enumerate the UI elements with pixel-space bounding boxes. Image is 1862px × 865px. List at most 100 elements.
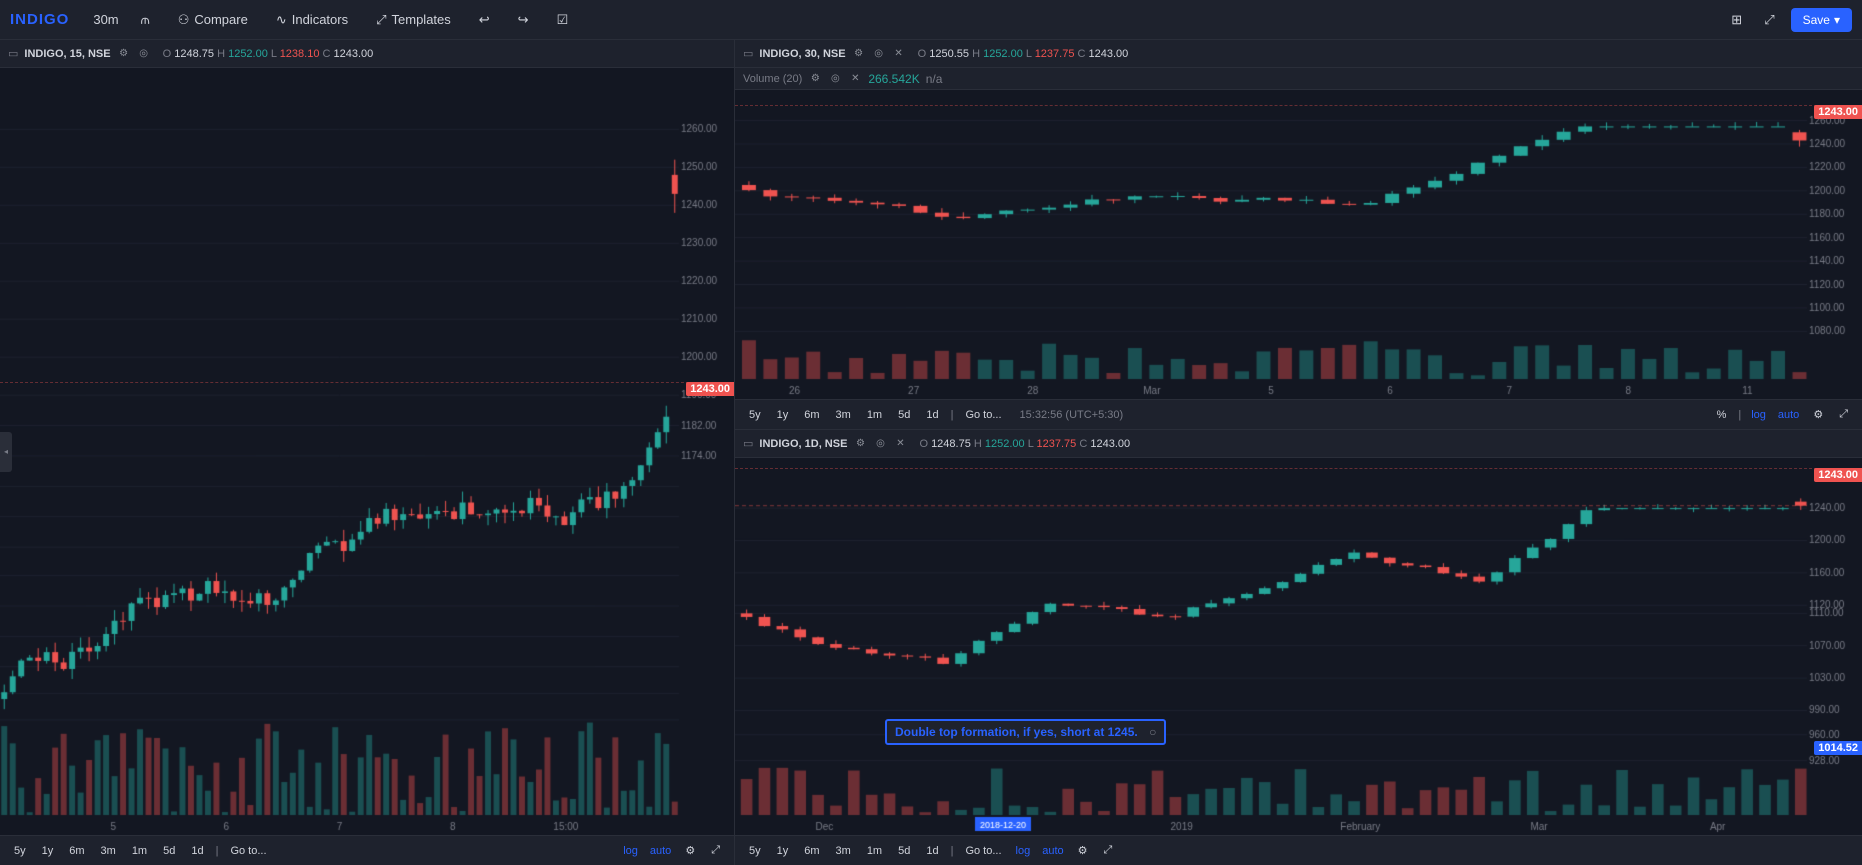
left-ctrl-1d[interactable]: 1d <box>185 843 209 859</box>
left-chart-eye-icon[interactable]: ◎ <box>137 47 151 61</box>
toolbar-right: ⊞ ⤢ Save ▾ <box>1725 8 1852 32</box>
right-bottom-ctrl-1y[interactable]: 1y <box>771 843 795 859</box>
right-top-price-tag: 1243.00 <box>1814 105 1862 119</box>
undo-btn[interactable]: ↩ <box>473 8 496 32</box>
redo-btn[interactable]: ↪ <box>512 8 535 32</box>
left-ctrl-goto[interactable]: Go to... <box>224 843 272 859</box>
right-bottom-chart-panel: ▭ INDIGO, 1D, NSE ⚙ ◎ ✕ O 1248.75 H 1252… <box>735 430 1862 865</box>
left-chart-settings-icon[interactable]: ⚙ <box>117 47 131 61</box>
save-button[interactable]: Save ▾ <box>1791 8 1852 32</box>
right-top-ctrl-goto[interactable]: Go to... <box>959 407 1007 423</box>
right-bottom-ctrl-5d[interactable]: 5d <box>892 843 916 859</box>
right-bottom-ctrl-log[interactable]: log <box>1012 843 1035 859</box>
save-dropdown-icon: ▾ <box>1834 13 1840 27</box>
left-chart-type-icon: ▭ <box>8 47 18 60</box>
right-top-ctrl-1y[interactable]: 1y <box>771 407 795 423</box>
left-collapse-btn[interactable]: ◂ <box>0 432 12 472</box>
indicators-icon: ∿ <box>276 12 287 28</box>
right-top-ctrl-5d[interactable]: 5d <box>892 407 916 423</box>
left-ctrl-1y[interactable]: 1y <box>36 843 60 859</box>
right-top-ctrl-1d[interactable]: 1d <box>920 407 944 423</box>
right-bottom-ctrl-3m[interactable]: 3m <box>830 843 857 859</box>
volume-header: Volume (20) ⚙ ◎ ✕ 266.542K n/a <box>735 68 1862 90</box>
chart-type-icon: ⫙ <box>141 12 150 28</box>
right-top-ctrl-1m[interactable]: 1m <box>861 407 888 423</box>
right-top-ctrl-5y[interactable]: 5y <box>743 407 767 423</box>
left-price-line <box>0 382 734 383</box>
left-ctrl-log[interactable]: log <box>619 843 642 859</box>
right-bottom-ctrl-auto[interactable]: auto <box>1038 843 1067 859</box>
right-bottom-chart-symbol[interactable]: INDIGO, 1D, NSE <box>759 438 847 450</box>
main-toolbar: INDIGO 30m ⫙ ⚇ Compare ∿ Indicators ⤢ Te… <box>0 0 1862 40</box>
left-ctrl-expand[interactable]: ⤢ <box>705 842 726 859</box>
templates-btn[interactable]: ⤢ Templates <box>370 8 457 32</box>
right-bottom-chart-header: ▭ INDIGO, 1D, NSE ⚙ ◎ ✕ O 1248.75 H 1252… <box>735 430 1862 458</box>
left-ctrl-5d[interactable]: 5d <box>157 843 181 859</box>
left-ctrl-1m[interactable]: 1m <box>126 843 153 859</box>
left-chart-symbol[interactable]: INDIGO, 15, NSE <box>24 48 110 60</box>
redo-icon: ↪ <box>518 12 529 28</box>
volume-value: 266.542K <box>868 72 919 86</box>
right-top-ctrl-6m[interactable]: 6m <box>798 407 825 423</box>
right-bottom-ctrl-1m[interactable]: 1m <box>861 843 888 859</box>
right-bottom-ctrl-6m[interactable]: 6m <box>798 843 825 859</box>
vol-eye-icon[interactable]: ◎ <box>828 72 842 86</box>
annotation-box[interactable]: Double top formation, if yes, short at 1… <box>885 719 1166 745</box>
right-bottom-chart-controls: 5y 1y 6m 3m 1m 5d 1d | Go to... log auto… <box>735 835 1862 865</box>
right-bottom-close-icon[interactable]: ✕ <box>893 437 907 451</box>
main-area: ▭ INDIGO, 15, NSE ⚙ ◎ O 1248.75 H 1252.0… <box>0 40 1862 865</box>
left-chart-controls: 5y 1y 6m 3m 1m 5d 1d | Go to... log auto… <box>0 835 734 865</box>
right-bottom-ctrl-expand[interactable]: ⤢ <box>1098 842 1119 859</box>
undo-icon: ↩ <box>479 12 490 28</box>
vol-settings-icon[interactable]: ⚙ <box>808 72 822 86</box>
right-bottom-settings-icon[interactable]: ⚙ <box>853 437 867 451</box>
right-top-chart-type-icon: ▭ <box>743 47 753 60</box>
left-ctrl-auto[interactable]: auto <box>646 843 675 859</box>
left-ctrl-3m[interactable]: 3m <box>95 843 122 859</box>
right-top-ctrl-percent[interactable]: % <box>1711 407 1733 423</box>
layout-btn[interactable]: ⊞ <box>1725 8 1748 32</box>
volume-extra: n/a <box>926 72 943 86</box>
right-bottom-price-tag-blue: 1014.52 <box>1814 741 1862 755</box>
right-top-eye-icon[interactable]: ◎ <box>872 47 886 61</box>
right-bottom-ctrl-settings[interactable]: ⚙ <box>1072 842 1094 859</box>
right-top-ctrl-settings[interactable]: ⚙ <box>1807 406 1829 423</box>
left-ctrl-6m[interactable]: 6m <box>63 843 90 859</box>
templates-icon: ⤢ <box>376 12 386 28</box>
right-top-close-icon[interactable]: ✕ <box>892 47 906 61</box>
right-panel: ▭ INDIGO, 30, NSE ⚙ ◎ ✕ O 1250.55 H 1252… <box>735 40 1862 865</box>
right-top-chart-symbol[interactable]: INDIGO, 30, NSE <box>759 48 845 60</box>
right-bottom-ohlc: O 1248.75 H 1252.00 L 1237.75 C 1243.00 <box>919 438 1130 450</box>
right-top-ctrl-expand[interactable]: ⤢ <box>1833 406 1854 423</box>
fullscreen-btn[interactable]: ⤢ <box>1758 8 1780 32</box>
right-top-chart-area[interactable]: 1243.00 <box>735 90 1862 399</box>
right-top-settings-icon[interactable]: ⚙ <box>852 47 866 61</box>
right-top-ctrl-auto[interactable]: auto <box>1774 407 1803 423</box>
right-bottom-ctrl-5y[interactable]: 5y <box>743 843 767 859</box>
timeframe-selector[interactable]: 30m <box>93 12 118 27</box>
chart-type-btn[interactable]: ⫙ <box>135 8 156 32</box>
annotation-close[interactable]: ○ <box>1149 725 1156 739</box>
indicators-btn[interactable]: ∿ Indicators <box>270 8 354 32</box>
left-chart-area[interactable]: 1243.00 ◂ <box>0 68 734 835</box>
right-bottom-eye-icon[interactable]: ◎ <box>873 437 887 451</box>
layout-icon: ⊞ <box>1731 12 1742 28</box>
right-top-ctrl-3m[interactable]: 3m <box>830 407 857 423</box>
right-bottom-ctrl-goto[interactable]: Go to... <box>959 843 1007 859</box>
right-top-chart-header: ▭ INDIGO, 30, NSE ⚙ ◎ ✕ O 1250.55 H 1252… <box>735 40 1862 68</box>
right-top-ctrl-log[interactable]: log <box>1747 407 1770 423</box>
right-top-chart-canvas <box>735 90 1862 399</box>
compare-icon: ⚇ <box>178 12 190 28</box>
left-chart-header: ▭ INDIGO, 15, NSE ⚙ ◎ O 1248.75 H 1252.0… <box>0 40 734 68</box>
compare-btn[interactable]: ⚇ Compare <box>172 8 254 32</box>
right-bottom-ctrl-1d[interactable]: 1d <box>920 843 944 859</box>
volume-label[interactable]: Volume (20) <box>743 73 802 85</box>
right-bottom-chart-canvas <box>735 458 1862 835</box>
vol-close-icon[interactable]: ✕ <box>848 72 862 86</box>
right-bottom-chart-area[interactable]: 1243.00 1014.52 Double top formation, if… <box>735 458 1862 835</box>
right-top-ohlc: O 1250.55 H 1252.00 L 1237.75 C 1243.00 <box>918 48 1129 60</box>
left-ctrl-5y[interactable]: 5y <box>8 843 32 859</box>
left-ctrl-settings[interactable]: ⚙ <box>679 842 701 859</box>
right-top-chart-controls: 5y 1y 6m 3m 1m 5d 1d | Go to... 15:32:56… <box>735 399 1862 429</box>
check-btn[interactable]: ☑ <box>551 8 575 32</box>
